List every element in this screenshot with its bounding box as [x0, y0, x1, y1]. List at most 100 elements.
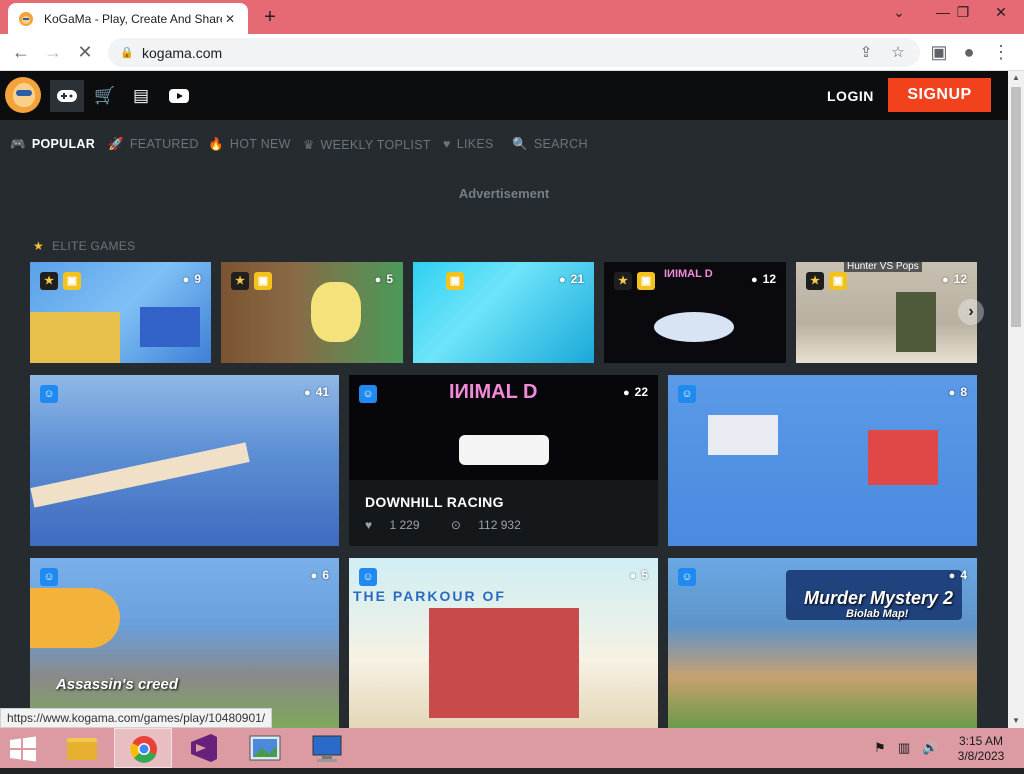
- visual-studio-icon[interactable]: [174, 728, 232, 768]
- site-header: 🛒 ▤ LOGIN: [0, 71, 1008, 120]
- stop-loading-icon[interactable]: ✕: [72, 39, 98, 65]
- restore-button[interactable]: ❐: [946, 0, 980, 26]
- bookmark-star-icon[interactable]: ☆: [888, 43, 908, 63]
- tab-search[interactable]: 🔍 SEARCH: [512, 137, 588, 152]
- volume-icon[interactable]: 🔊: [922, 740, 938, 756]
- scroll-down-icon[interactable]: ▼: [1008, 714, 1024, 728]
- network-icon[interactable]: ▥: [898, 740, 910, 756]
- person-icon: ●: [629, 570, 637, 582]
- elite-game-card[interactable]: ▣ ● 21: [413, 262, 594, 363]
- window-close-button[interactable]: ✕: [984, 0, 1018, 26]
- smiley-icon: ☺: [40, 568, 58, 586]
- browser-tab-strip: KoGaMa - Play, Create And Share ✕ + ⌄ — …: [0, 0, 1024, 34]
- player-count: ● 12: [750, 272, 776, 286]
- star-icon: ★: [33, 239, 45, 253]
- scroll-up-icon[interactable]: ▲: [1008, 71, 1024, 85]
- kogama-logo[interactable]: [5, 77, 41, 113]
- tab-close-icon[interactable]: ✕: [222, 11, 238, 27]
- search-icon: 🔍: [512, 137, 528, 151]
- share-icon[interactable]: ⇪: [856, 43, 876, 63]
- youtube-icon[interactable]: [162, 80, 196, 112]
- lock-icon: 🔒: [120, 47, 134, 59]
- scrollbar-thumb[interactable]: [1011, 87, 1021, 327]
- tab-featured[interactable]: 🚀 FEATURED: [108, 137, 199, 152]
- elite-game-card[interactable]: ★ ▣ ● 9: [30, 262, 211, 363]
- windows-taskbar: ⚑ ▥ 🔊 3:15 AM 3/8/2023: [0, 728, 1024, 768]
- smiley-icon: ☺: [359, 568, 377, 586]
- browser-tab[interactable]: KoGaMa - Play, Create And Share ✕: [8, 3, 248, 34]
- player-count: ● 4: [948, 568, 967, 582]
- crown-icon: ♛: [303, 138, 315, 152]
- person-icon: ●: [182, 274, 190, 286]
- game-art-text: IИIMAL D: [664, 268, 713, 280]
- flag-notification-icon[interactable]: ⚑: [874, 740, 886, 756]
- fire-icon: 🔥: [208, 137, 224, 151]
- game-card[interactable]: Assassin's creed ☺ ● 6: [30, 558, 339, 728]
- tab-title: KoGaMa - Play, Create And Share: [44, 11, 222, 26]
- elite-game-card[interactable]: Hunter VS Pops ★ ▣ ● 12: [796, 262, 977, 363]
- game-category-nav: 🎮 POPULAR 🚀 FEATURED 🔥 HOT NEW ♛ WEEKLY TOPL…: [0, 120, 1008, 168]
- game-art-subtext: Biolab Map!: [846, 608, 909, 620]
- person-icon: ●: [622, 387, 630, 399]
- gamepad-icon: 🎮: [10, 137, 26, 151]
- smiley-icon: ☺: [359, 385, 377, 403]
- elite-game-card[interactable]: ★ ▣ ● 5: [221, 262, 403, 363]
- elite-game-card[interactable]: IИIMAL D ★ ▣ ● 12: [604, 262, 786, 363]
- game-card[interactable]: IИIMAL D ☺ ● 22 DOWNHILL RACING ♥ 1 229 ⊙…: [349, 375, 658, 546]
- windows-start-icon[interactable]: [8, 736, 38, 762]
- game-art-text: THE PARKOUR OF: [353, 588, 506, 604]
- player-count: ● 41: [303, 385, 329, 399]
- new-tab-button[interactable]: +: [258, 6, 282, 30]
- gamepad-icon[interactable]: [50, 80, 84, 112]
- game-card[interactable]: THE PARKOUR OF ☺ ● 5: [349, 558, 658, 728]
- gift-icon: ▣: [254, 272, 272, 290]
- rocket-icon: 🚀: [108, 137, 124, 151]
- person-icon: ●: [303, 387, 311, 399]
- status-link-preview: https://www.kogama.com/games/play/104809…: [0, 708, 273, 728]
- tab-popular[interactable]: 🎮 POPULAR: [10, 137, 95, 152]
- tab-hot-new[interactable]: 🔥 HOT NEW: [208, 137, 291, 152]
- person-icon: ●: [948, 570, 956, 582]
- browser-toolbar: ← → ✕ 🔒 kogama.com ⇪ ☆ ▣ ● ⋮: [0, 34, 1024, 71]
- signup-button[interactable]: SIGNUP: [888, 78, 991, 112]
- player-count: ● 21: [558, 272, 584, 286]
- player-count: ● 8: [948, 385, 967, 399]
- page-scrollbar[interactable]: ▲ ▼: [1008, 71, 1024, 728]
- chrome-icon[interactable]: [114, 728, 172, 768]
- tab-weekly-toplist[interactable]: ♛ WEEKLY TOPLIST: [303, 137, 431, 152]
- elite-star-icon: ★: [40, 272, 58, 290]
- elite-star-icon: ★: [614, 272, 632, 290]
- elite-games-heading: ★ ELITE GAMES: [33, 239, 136, 253]
- kogama-favicon-icon: [19, 11, 33, 26]
- game-caption: DOWNHILL RACING ♥ 1 229 ⊙ 112 932: [349, 480, 658, 546]
- elite-star-icon: ★: [806, 272, 824, 290]
- game-card[interactable]: ☺ ● 8: [668, 375, 977, 546]
- forward-arrow-icon[interactable]: →: [40, 39, 66, 65]
- tab-search-icon[interactable]: ⌄: [882, 0, 916, 26]
- photos-app-icon[interactable]: [236, 728, 294, 768]
- player-count: ● 12: [941, 272, 967, 286]
- carousel-next-arrow-icon[interactable]: ›: [958, 299, 984, 325]
- person-icon: ●: [374, 274, 382, 286]
- back-arrow-icon[interactable]: ←: [8, 39, 34, 65]
- game-art-text: Assassin's creed: [56, 676, 178, 693]
- game-art-text: IИIMAL D: [449, 381, 538, 403]
- player-count: ● 6: [310, 568, 329, 582]
- remote-desktop-icon[interactable]: [298, 728, 356, 768]
- address-bar[interactable]: 🔒 kogama.com ⇪ ☆: [108, 38, 920, 67]
- menu-kebab-icon[interactable]: ⋮: [988, 39, 1014, 65]
- smiley-icon: ☺: [678, 385, 696, 403]
- gift-icon: ▣: [637, 272, 655, 290]
- plays-count: ⊙ 112 932: [450, 518, 521, 532]
- game-card[interactable]: ☺ ● 41: [30, 375, 339, 546]
- cart-icon[interactable]: 🛒: [88, 80, 122, 112]
- profile-avatar-icon[interactable]: ●: [956, 39, 982, 65]
- file-explorer-icon[interactable]: [54, 728, 112, 768]
- tab-likes[interactable]: ♥ LIKES: [443, 137, 494, 151]
- game-card[interactable]: Murder Mystery 2 Biolab Map! ☺ ● 4: [668, 558, 977, 728]
- side-panel-icon[interactable]: ▣: [926, 39, 952, 65]
- login-link[interactable]: LOGIN: [827, 88, 874, 104]
- news-icon[interactable]: ▤: [124, 80, 158, 112]
- system-clock[interactable]: 3:15 AM 3/8/2023: [950, 734, 1012, 764]
- person-icon: ●: [750, 274, 758, 286]
